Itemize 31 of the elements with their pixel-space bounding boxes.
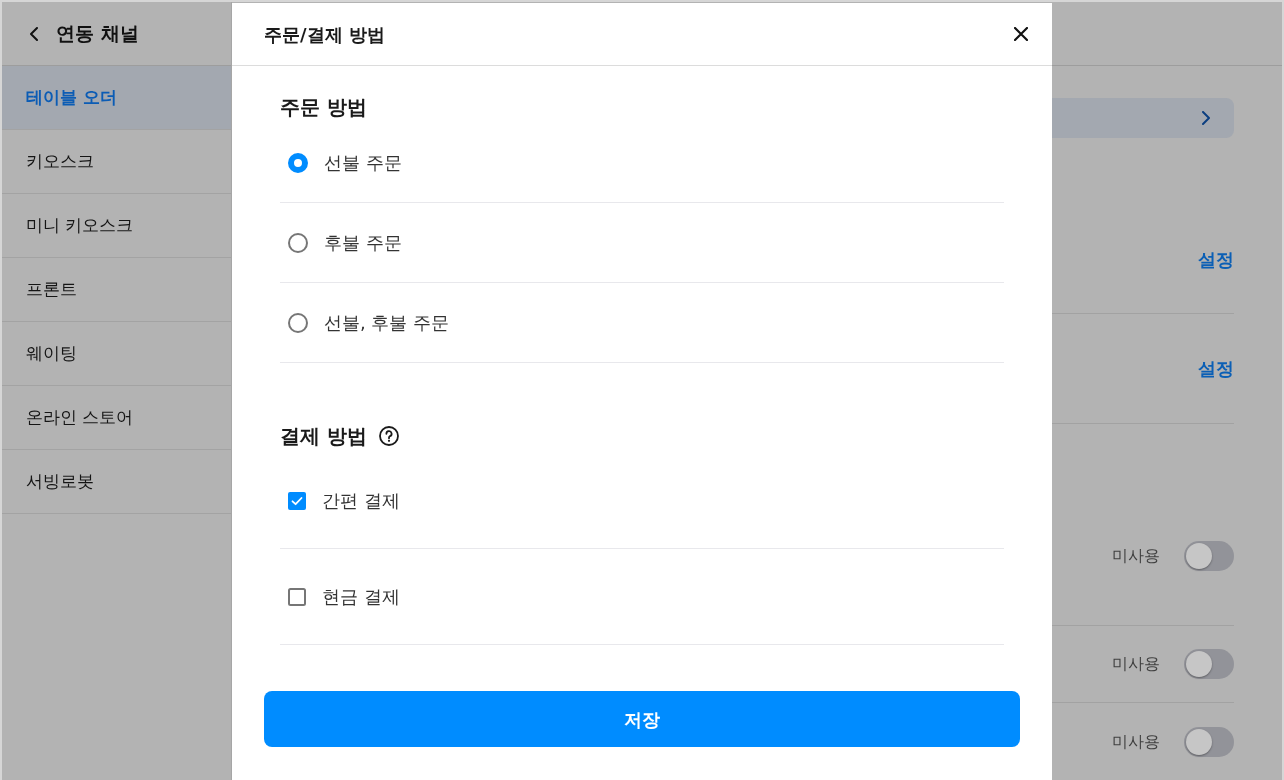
radio-button[interactable] — [288, 312, 308, 333]
sidebar-item[interactable]: 키오스크 — [2, 130, 231, 194]
sidebar-item[interactable]: 미니 키오스크 — [2, 194, 231, 258]
chevron-left-icon — [30, 26, 38, 41]
status-text: 미사용 — [1112, 730, 1160, 753]
toggle-switch[interactable] — [1184, 726, 1234, 757]
option-label: 선불 주문 — [324, 151, 402, 175]
option-label: 후불 주문 — [324, 231, 402, 255]
radio-button[interactable] — [288, 232, 308, 253]
section-heading: 주문 방법 — [280, 94, 367, 121]
sidebar-item[interactable]: 온라인 스토어 — [2, 386, 231, 450]
status-text: 미사용 — [1112, 653, 1160, 675]
dialog-title: 주문/결제 방법 — [264, 22, 385, 47]
radio-button[interactable] — [288, 152, 308, 173]
status-text: 미사용 — [1112, 544, 1160, 567]
help-icon[interactable] — [378, 426, 399, 446]
close-icon — [1014, 27, 1028, 41]
sidebar-item[interactable]: 웨이팅 — [2, 322, 231, 386]
section-heading: 결제 방법 — [280, 423, 367, 450]
option-label: 현금 결제 — [322, 585, 400, 609]
sidebar-item[interactable]: 서빙로봇 — [2, 450, 231, 514]
sidebar-title: 연동 채널 — [56, 21, 139, 47]
option-label: 선불, 후불 주문 — [324, 311, 450, 335]
toggle-switch[interactable] — [1184, 649, 1234, 679]
checkbox[interactable] — [288, 587, 306, 606]
chevron-right-icon — [1202, 111, 1210, 125]
sidebar-item[interactable]: 프론트 — [2, 258, 231, 322]
close-button[interactable] — [1012, 25, 1030, 43]
checkbox[interactable] — [288, 491, 306, 510]
toggle-switch[interactable] — [1184, 540, 1234, 571]
option-label: 간편 결제 — [322, 489, 400, 513]
